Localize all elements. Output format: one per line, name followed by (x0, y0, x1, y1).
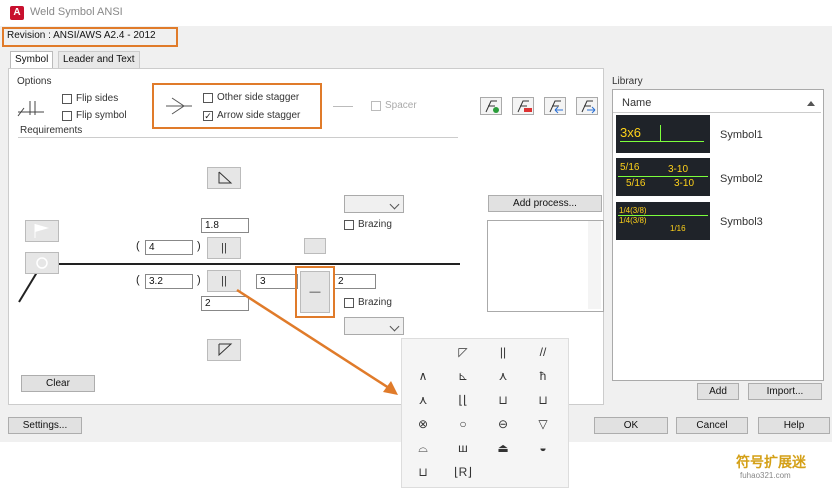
palette-symbol-icon[interactable]: ⊔ (405, 462, 441, 482)
palette-symbol-icon[interactable]: ⋏ (405, 390, 441, 410)
watermark-url: fuhao321.com (740, 471, 791, 480)
palette-symbol-icon[interactable]: ▽ (525, 414, 561, 434)
palette-symbol-icon[interactable]: ⌊⌊ (445, 390, 481, 410)
palette-symbol-icon[interactable]: ⌓ (405, 438, 441, 458)
palette-symbol-icon[interactable]: ш (445, 438, 481, 458)
palette-symbol-icon[interactable]: ⊾ (445, 366, 481, 386)
palette-symbol-icon[interactable]: ⏏ (485, 438, 521, 458)
palette-symbol-icon[interactable]: ⌊R⌋ (445, 462, 481, 482)
palette-symbol-icon[interactable] (405, 342, 441, 362)
palette-symbol-icon[interactable]: // (525, 342, 561, 362)
palette-symbol-icon[interactable]: ∧ (405, 366, 441, 386)
palette-symbol-icon[interactable] (525, 462, 561, 482)
palette-symbol-icon[interactable]: ⊔ (525, 390, 561, 410)
palette-symbol-icon[interactable]: ○ (445, 414, 481, 434)
weld-symbol-palette: ◸ ||//∧ ⊾ ⋏ ħ ⋏ ⌊⌊ ⊔ ⊔ ⊗ ○ ⊖ ▽ ⌓ ш ⏏ ◒ ⊔ ⌊R⌋ (401, 338, 569, 488)
palette-symbol-icon[interactable] (485, 462, 521, 482)
palette-symbol-icon[interactable]: ⊗ (405, 414, 441, 434)
palette-symbol-icon[interactable]: || (485, 342, 521, 362)
palette-symbol-icon[interactable]: ⊖ (485, 414, 521, 434)
palette-symbol-icon[interactable]: ħ (525, 366, 561, 386)
watermark-text: 符号扩展迷 (736, 454, 806, 470)
palette-symbol-icon[interactable]: ⋏ (485, 366, 521, 386)
palette-symbol-icon[interactable]: ◸ (445, 342, 481, 362)
palette-symbol-icon[interactable]: ⊔ (485, 390, 521, 410)
palette-symbol-icon[interactable]: ◒ (525, 438, 561, 458)
